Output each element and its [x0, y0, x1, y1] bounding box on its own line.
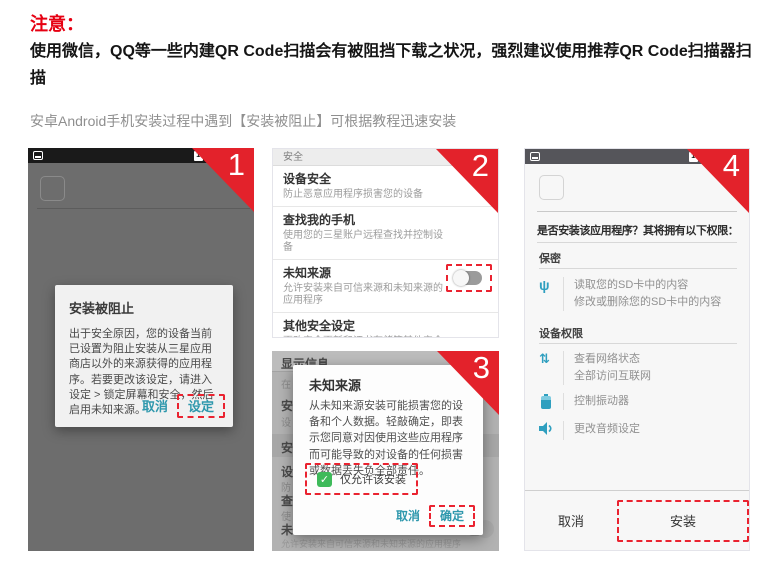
network-arrows-icon: ⇅ — [539, 351, 563, 385]
subtitle-text: 安卓Android手机安装过程中遇到【安装被阻止】可根据教程迅速安装 — [30, 111, 456, 131]
screenshot-icon — [33, 151, 43, 160]
permission-line: 全部访问互联网 — [574, 368, 651, 385]
dialog-title: 安装被阻止 — [69, 298, 134, 317]
checkbox-label: 仅允许该安装 — [340, 471, 406, 487]
divider — [37, 208, 250, 209]
setting-row-unknown-sources[interactable]: 未知来源 允许安装来自可信来源和未知来源的应用程序 — [273, 260, 498, 313]
toggle-knob — [453, 270, 469, 286]
unknown-sources-dialog: 未知来源 从未知来源安装可能损害您的设备和个人数据。轻敲确定，即表示您同意对因使… — [293, 365, 483, 535]
dimmed-fragment: 安 — [281, 397, 293, 414]
step-number: 2 — [472, 148, 489, 184]
permission-line: 更改音频设定 — [574, 421, 640, 438]
screenshot-step2: 安全 设备安全 防止恶意应用程序损害您的设备 查找我的手机 使用您的三星账户远程… — [272, 148, 499, 338]
setting-sub: 使用您的三星账户远程查找并控制设备 — [283, 230, 448, 254]
allow-once-checkbox[interactable]: ✓ — [317, 472, 332, 487]
dimmed-fragment: 查 — [281, 492, 293, 509]
dimmed-fragment: 安 — [281, 439, 293, 456]
permission-line: 修改或删除您的SD卡中的内容 — [574, 294, 721, 311]
dimmed-fragment: 设 — [281, 463, 293, 480]
setting-title: 查找我的手机 — [283, 213, 488, 228]
permission-row-audio: 更改音频设定 — [539, 421, 640, 440]
screenshot-icon — [530, 152, 540, 161]
permission-line: 控制振动器 — [574, 393, 629, 410]
dialog-title: 未知来源 — [309, 375, 361, 394]
screenshot-step4: 1 4G 7 是否安装该应用程序？其将拥有以下权限： 保密 ψ 读取您的SD卡中… — [524, 148, 750, 551]
dimmed-sub-text: 允许安装来自可信来源和未知来源的应用程序 — [281, 537, 461, 550]
tutorial-page: 注意： 使用微信，QQ等一些内建QR Code扫描会有被阻挡下载之状况，强烈建议… — [0, 0, 767, 570]
divider — [537, 211, 737, 212]
install-question-title: 是否安装该应用程序？其将拥有以下权限： — [537, 222, 738, 238]
battery-icon — [539, 393, 563, 410]
divider — [537, 242, 737, 243]
setting-row-other-security[interactable]: 其他安全设定 更改安全更新和证书存储等其他安全设定 — [273, 313, 498, 338]
dimmed-fragment: 未 — [281, 521, 293, 538]
step-number: 1 — [228, 148, 245, 183]
section-label-device: 设备权限 — [539, 325, 583, 341]
step-number: 3 — [473, 351, 490, 386]
ok-button[interactable]: 确定 — [431, 504, 473, 528]
cancel-button[interactable]: 取消 — [387, 502, 429, 529]
setting-row-find-my-phone[interactable]: 查找我的手机 使用您的三星账户远程查找并控制设备 — [273, 207, 498, 260]
checkbox-highlight-box: ✓ 仅允许该安装 — [305, 463, 418, 495]
app-icon-placeholder — [40, 176, 65, 201]
setting-sub: 允许安装来自可信来源和未知来源的应用程序 — [283, 283, 448, 307]
step-number: 4 — [723, 148, 740, 184]
permission-line: 查看网络状态 — [574, 351, 651, 368]
setting-title: 设备安全 — [283, 172, 488, 187]
permission-row-vibrate: 控制振动器 — [539, 393, 629, 410]
toggle-highlight-box — [446, 264, 492, 292]
screenshot-step1: 1 4G 7 安装被阻止 出于安全原因，您的设备当前已设置为阻止安装从三星应用商… — [28, 148, 254, 551]
setting-sub: 更改安全更新和证书存储等其他安全设定 — [283, 336, 448, 338]
cancel-button[interactable]: 取消 — [525, 491, 617, 550]
install-highlight-box: 安装 — [617, 500, 749, 542]
usb-icon: ψ — [539, 277, 563, 311]
app-icon-placeholder — [539, 175, 564, 200]
divider — [539, 268, 737, 269]
dimmed-fragment: 设 — [281, 414, 291, 429]
install-button[interactable]: 安装 — [670, 511, 696, 530]
screenshot-step3: 显示信息 在 安 设 安 设 防 查 使 未 允许安装来自可信来源和未知来源的应… — [272, 351, 499, 551]
dimmed-fragment: 在 — [281, 376, 291, 391]
cancel-button[interactable]: 取消 — [133, 391, 177, 420]
settings-highlight-box: 设定 — [177, 394, 225, 418]
warning-text: 使用微信，QQ等一些内建QR Code扫描会有被阻挡下载之状况，强烈建议使用推荐… — [30, 38, 756, 92]
settings-button[interactable]: 设定 — [179, 394, 223, 419]
divider — [539, 343, 737, 344]
bottom-button-bar: 取消 安装 — [525, 490, 749, 550]
setting-title: 其他安全设定 — [283, 319, 488, 334]
unknown-sources-toggle[interactable] — [456, 271, 482, 285]
permission-line: 读取您的SD卡中的内容 — [574, 277, 721, 294]
speaker-icon — [539, 421, 563, 440]
ok-highlight-box: 确定 — [429, 505, 475, 527]
permission-row-storage: ψ 读取您的SD卡中的内容 修改或删除您的SD卡中的内容 — [539, 277, 721, 311]
install-blocked-dialog: 安装被阻止 出于安全原因，您的设备当前已设置为阻止安装从三星应用商店以外的来源获… — [55, 285, 233, 427]
notice-label: 注意： — [30, 10, 84, 36]
section-label-privacy: 保密 — [539, 250, 561, 266]
permission-row-network: ⇅ 查看网络状态 全部访问互联网 — [539, 351, 651, 385]
setting-sub: 防止恶意应用程序损害您的设备 — [283, 189, 448, 201]
